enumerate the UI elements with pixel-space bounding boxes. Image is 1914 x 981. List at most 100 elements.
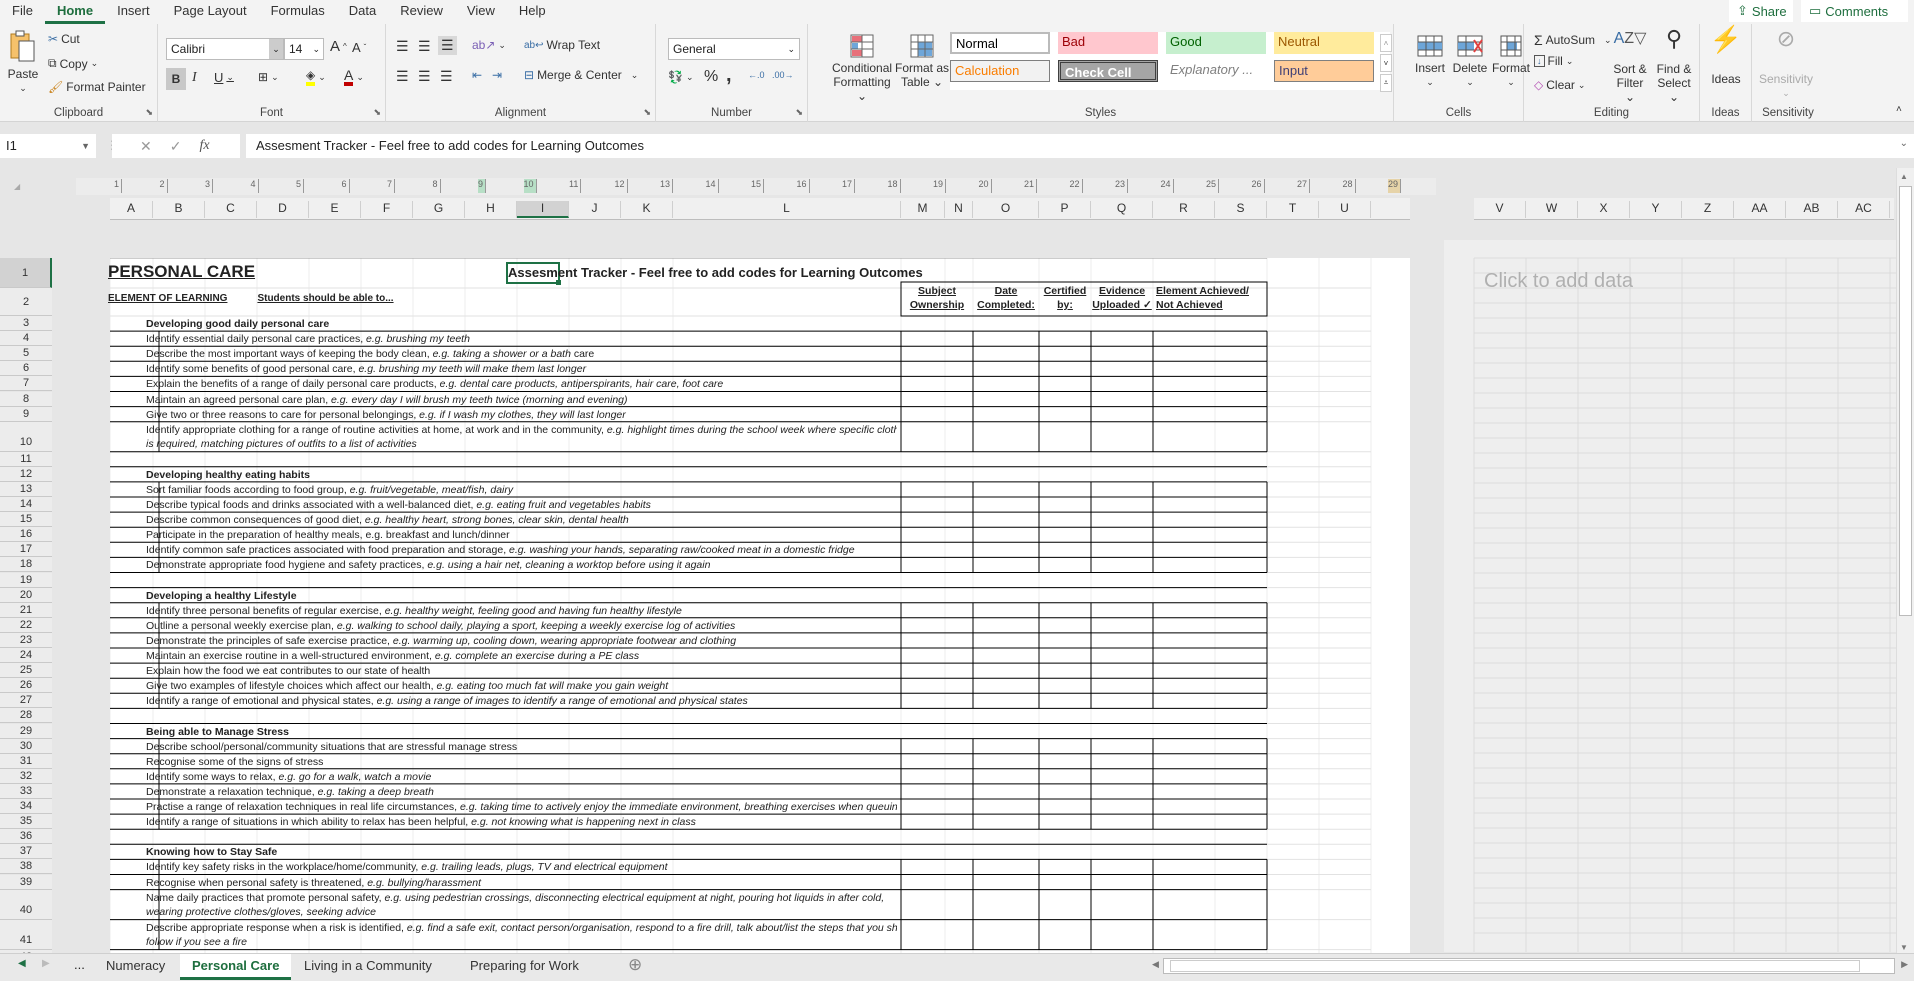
- fill-color-button[interactable]: ◈ ⌄: [306, 68, 326, 86]
- row-header-14[interactable]: 14: [0, 497, 52, 513]
- insert-function-icon[interactable]: fx: [199, 138, 209, 154]
- learning-outcome-row[interactable]: Give two examples of lifestyle choices w…: [146, 680, 897, 692]
- row-header-3[interactable]: 3: [0, 316, 52, 332]
- column-header-z[interactable]: Z: [1682, 201, 1734, 218]
- scroll-up-arrow[interactable]: ▲: [1900, 172, 1908, 181]
- styles-more[interactable]: ⩡: [1380, 74, 1392, 92]
- row-header-39[interactable]: 39: [0, 874, 52, 890]
- underline-button[interactable]: U ⌄: [214, 70, 234, 85]
- learning-outcome-row[interactable]: Identify key safety risks in the workpla…: [146, 861, 897, 873]
- number-format-select[interactable]: General ⌄: [668, 38, 800, 60]
- comma-button[interactable]: ,: [726, 64, 732, 87]
- row-header-23[interactable]: 23: [0, 632, 52, 648]
- conditional-formatting-button[interactable]: Conditional Formatting ⌄: [832, 34, 892, 103]
- column-header-d[interactable]: D: [257, 201, 309, 218]
- vertical-scroll-thumb[interactable]: [1899, 186, 1912, 616]
- accounting-format-button[interactable]: 💱 ⌄: [668, 70, 694, 84]
- row-header-6[interactable]: 6: [0, 361, 52, 377]
- sheet-tab-preparing-for-work[interactable]: Preparing for Work: [458, 954, 591, 980]
- style-calculation[interactable]: Calculation: [950, 60, 1050, 82]
- copy-button[interactable]: ⧉ Copy ⌄: [48, 56, 98, 71]
- row-header-31[interactable]: 31: [0, 753, 52, 769]
- column-header-g[interactable]: G: [413, 201, 465, 218]
- align-bottom-button[interactable]: ☰: [438, 36, 457, 55]
- formula-input[interactable]: Assesment Tracker - Feel free to add cod…: [246, 134, 1914, 158]
- row-header-10[interactable]: 10: [0, 421, 52, 452]
- row-header-22[interactable]: 22: [0, 617, 52, 633]
- row-header-36[interactable]: 36: [0, 829, 52, 845]
- learning-outcome-row[interactable]: Explain how the food we eat contributes …: [146, 665, 897, 677]
- insert-cells-button[interactable]: Insert ⌄: [1412, 34, 1448, 89]
- row-header-5[interactable]: 5: [0, 346, 52, 362]
- scroll-right-arrow[interactable]: ▶: [1901, 959, 1908, 970]
- learning-outcome-row[interactable]: Describe common consequences of good die…: [146, 514, 897, 526]
- column-header-ac[interactable]: AC: [1838, 201, 1890, 218]
- font-size-select[interactable]: 14 ⌄: [284, 38, 324, 60]
- learning-outcome-row[interactable]: Describe typical foods and drinks associ…: [146, 499, 897, 511]
- cut-button[interactable]: ✂ Cut: [48, 32, 80, 46]
- increase-indent-button[interactable]: ⇥: [492, 68, 502, 82]
- styles-scroll-down[interactable]: ˅: [1380, 54, 1392, 72]
- row-header-4[interactable]: 4: [0, 331, 52, 347]
- column-header-f[interactable]: F: [361, 201, 413, 218]
- comments-button[interactable]: ▭ Comments: [1801, 0, 1908, 22]
- percent-button[interactable]: %: [704, 68, 718, 86]
- column-header-u[interactable]: U: [1319, 201, 1371, 218]
- launcher-icon[interactable]: ⬊: [145, 107, 153, 118]
- delete-cells-button[interactable]: Delete ⌄: [1450, 34, 1490, 89]
- sheet-tab-living-in-a-community[interactable]: Living in a Community: [292, 954, 444, 980]
- styles-scroll-up[interactable]: ˄: [1380, 34, 1392, 52]
- learning-outcome-row[interactable]: Recognise when personal safety is threat…: [146, 877, 897, 889]
- column-header-w[interactable]: W: [1526, 201, 1578, 218]
- row-header-30[interactable]: 30: [0, 738, 52, 754]
- format-as-table-button[interactable]: Format as Table ⌄: [894, 34, 950, 89]
- italic-button[interactable]: I: [192, 70, 197, 86]
- learning-outcome-row[interactable]: Describe school/personal/community situa…: [146, 741, 897, 753]
- fill-handle[interactable]: [556, 280, 561, 285]
- column-header-y[interactable]: Y: [1630, 201, 1682, 218]
- menu-review[interactable]: Review: [388, 0, 455, 24]
- share-button[interactable]: ⇪ Share: [1729, 0, 1793, 22]
- row-header-25[interactable]: 25: [0, 663, 52, 679]
- menu-home[interactable]: Home: [44, 0, 106, 24]
- menu-data[interactable]: Data: [337, 0, 388, 24]
- learning-outcome-row[interactable]: Demonstrate the principles of safe exerc…: [146, 635, 897, 647]
- sheet-tab-personal-care[interactable]: Personal Care: [180, 954, 292, 980]
- learning-outcome-row[interactable]: Describe appropriate response when a ris…: [146, 922, 897, 934]
- align-center-button[interactable]: ☰: [418, 68, 431, 85]
- tab-next-icon[interactable]: ▶: [42, 958, 50, 969]
- format-painter-button[interactable]: 🖌 Format Painter: [48, 80, 146, 94]
- row-header-12[interactable]: 12: [0, 466, 52, 482]
- wrap-text-button[interactable]: ab↩ Wrap Text: [524, 38, 600, 52]
- column-header-h[interactable]: H: [465, 201, 517, 218]
- row-header-24[interactable]: 24: [0, 648, 52, 664]
- column-header-j[interactable]: J: [569, 201, 621, 218]
- row-header-41[interactable]: 41: [0, 919, 52, 950]
- learning-outcome-row[interactable]: Identify three personal benefits of regu…: [146, 605, 897, 617]
- row-header-11[interactable]: 11: [0, 451, 52, 467]
- learning-outcome-row[interactable]: Describe the most important ways of keep…: [146, 348, 897, 360]
- autosum-button[interactable]: Σ AutoSum ⌄: [1534, 32, 1612, 48]
- fill-button[interactable]: ↓ Fill ⌄: [1534, 54, 1573, 68]
- merge-center-button[interactable]: ⊟ Merge & Center ⌄: [524, 68, 638, 82]
- decrease-font-button[interactable]: Aˇ: [352, 40, 366, 55]
- row-header-13[interactable]: 13: [0, 481, 52, 497]
- column-header-b[interactable]: B: [153, 201, 205, 218]
- row-header-27[interactable]: 27: [0, 693, 52, 709]
- row-header-21[interactable]: 21: [0, 602, 52, 618]
- learning-outcome-row[interactable]: Recognise some of the signs of stress: [146, 756, 897, 768]
- launcher-icon[interactable]: ⬊: [643, 107, 651, 118]
- row-header-16[interactable]: 16: [0, 527, 52, 543]
- font-name-select[interactable]: Calibri ⌄: [166, 38, 284, 60]
- cancel-icon[interactable]: ✕: [140, 138, 152, 155]
- horizontal-scrollbar[interactable]: ◀ ▶: [1152, 958, 1908, 974]
- column-header-t[interactable]: T: [1267, 201, 1319, 218]
- horizontal-scroll-thumb[interactable]: [1170, 960, 1860, 972]
- learning-outcome-row[interactable]: Maintain an exercise routine in a well-s…: [146, 650, 897, 662]
- menu-insert[interactable]: Insert: [105, 0, 162, 24]
- column-header-m[interactable]: M: [901, 201, 945, 218]
- learning-outcome-row[interactable]: Identify essential daily personal care p…: [146, 333, 897, 345]
- column-header-ab[interactable]: AB: [1786, 201, 1838, 218]
- tab-prev-icon[interactable]: ◀: [18, 958, 26, 969]
- collapse-ribbon-button[interactable]: ˄: [1896, 104, 1902, 115]
